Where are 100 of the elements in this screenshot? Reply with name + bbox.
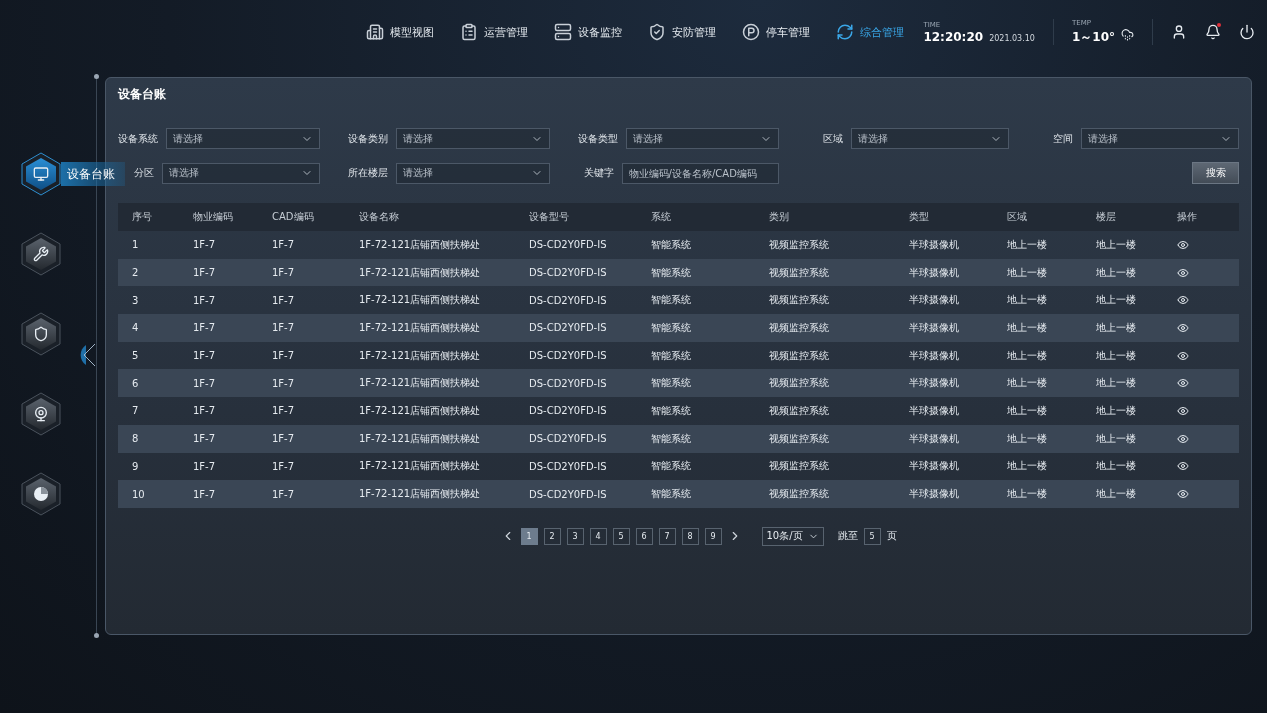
search-button[interactable]: 搜索 [1192, 162, 1239, 184]
table-cell-text: 半球摄像机 [908, 320, 960, 335]
table-cell-text: DS-CD2Y0FD-IS [528, 239, 608, 251]
filter-select[interactable]: 请选择 [851, 128, 1010, 149]
nav-tab[interactable]: 综合管理 [836, 23, 904, 41]
table-cell-text: 视频监控系统 [768, 376, 830, 391]
table-cell-text: 视频监控系统 [768, 237, 830, 252]
collapse-handle[interactable] [80, 342, 96, 368]
page-button[interactable]: 6 [635, 527, 653, 545]
view-icon[interactable] [1177, 349, 1189, 362]
page-button[interactable]: 7 [658, 527, 676, 545]
view-icon[interactable] [1177, 238, 1189, 251]
monitor-icon [19, 152, 63, 196]
table-cell-text: 地上一楼 [1006, 348, 1048, 363]
table-cell-text: 1F-7 [271, 322, 296, 334]
table-cell-text: 智能系统 [650, 320, 692, 335]
table-cell-text: 地上一楼 [1006, 431, 1048, 446]
filter-select[interactable]: 请选择 [166, 128, 320, 149]
page-button[interactable]: 3 [566, 527, 584, 545]
page-button[interactable]: 8 [681, 527, 699, 545]
filter-select[interactable]: 请选择 [395, 162, 550, 184]
view-icon[interactable] [1177, 377, 1189, 390]
table-cell-text: 4 [131, 322, 140, 334]
view-icon[interactable] [1177, 404, 1189, 417]
table-cell-text: 半球摄像机 [908, 431, 960, 446]
table-cell-text: 半球摄像机 [908, 265, 960, 280]
column-header: 类别 [768, 210, 790, 224]
table-cell-text: 1F-7 [192, 377, 217, 389]
table-cell-text: DS-CD2Y0FD-IS [528, 294, 608, 306]
table-cell-text: DS-CD2Y0FD-IS [528, 405, 608, 417]
view-icon[interactable] [1177, 266, 1189, 279]
table-cell-text: 1F-7 [271, 460, 296, 472]
clipboard-icon [460, 23, 478, 41]
table-cell-text: 1 [131, 239, 140, 251]
table-cell-text: 地上一楼 [1095, 265, 1137, 280]
shield-icon [19, 312, 63, 356]
view-icon[interactable] [1177, 488, 1189, 501]
table-cell-text: 1F-7 [192, 267, 217, 279]
nav-tab[interactable]: 停车管理 [742, 23, 810, 41]
nav-tab[interactable]: 运营管理 [460, 23, 528, 41]
building-icon [366, 23, 384, 41]
page-button[interactable]: 2 [543, 527, 561, 545]
table-cell-text: 半球摄像机 [908, 237, 960, 252]
table-cell-text: 地上一楼 [1095, 487, 1137, 502]
page-button[interactable]: 5 [612, 527, 630, 545]
view-icon[interactable] [1177, 432, 1189, 445]
table-cell-text: 地上一楼 [1095, 348, 1137, 363]
table-cell-text: 地上一楼 [1095, 320, 1137, 335]
page-button[interactable]: 4 [589, 527, 607, 545]
filter-label: 设备系统 [118, 131, 158, 146]
page-button[interactable]: 9 [704, 527, 722, 545]
table-cell-text: 地上一楼 [1006, 237, 1048, 252]
table-cell-text: 1F-7 [271, 267, 296, 279]
bell-button[interactable] [1205, 24, 1221, 40]
view-icon[interactable] [1177, 321, 1189, 334]
nav-tab[interactable]: 安防管理 [648, 23, 716, 41]
table-cell-text: 视频监控系统 [768, 403, 830, 418]
table-cell-text: 1F-7 [192, 405, 217, 417]
table-cell-text: 7 [131, 405, 140, 417]
filter-label: 空间 [1052, 131, 1074, 146]
nav-tab[interactable]: 设备监控 [554, 23, 622, 41]
jump-field[interactable]: 5 [863, 527, 881, 545]
power-button[interactable] [1239, 24, 1255, 40]
table-cell-text: 1F-72-121店铺西侧扶梯处 [358, 431, 482, 446]
page-button[interactable]: 1 [520, 527, 538, 545]
table-cell-text: 1F-72-121店铺西侧扶梯处 [358, 348, 482, 363]
table-cell-text: 地上一楼 [1006, 487, 1048, 502]
nav-tab[interactable]: 模型视图 [366, 23, 434, 41]
filter-select[interactable]: 请选择 [625, 128, 780, 149]
table-cell-text: 6 [131, 377, 140, 389]
table-cell-text: 1F-7 [271, 405, 296, 417]
table-cell-text: DS-CD2Y0FD-IS [528, 488, 608, 500]
filter-select[interactable]: 请选择 [395, 128, 550, 149]
table-cell-text: 1F-7 [192, 239, 217, 251]
view-icon[interactable] [1177, 460, 1189, 473]
user-button[interactable] [1171, 24, 1187, 40]
table-cell-text: 地上一楼 [1095, 237, 1137, 252]
date-text: 2021.03.10 [989, 33, 1035, 43]
table-cell-text: 1F-7 [271, 377, 296, 389]
table-cell-text: DS-CD2Y0FD-IS [528, 460, 608, 472]
table-cell-text: 地上一楼 [1006, 403, 1048, 418]
parking-icon [742, 23, 760, 41]
view-icon[interactable] [1177, 294, 1189, 307]
pie-chart-icon [19, 472, 63, 516]
table-cell-text: 地上一楼 [1095, 376, 1137, 391]
table-cell-text: 半球摄像机 [908, 403, 960, 418]
table-cell-text: 1F-72-121店铺西侧扶梯处 [358, 487, 482, 502]
filter-label: 分区 [133, 166, 154, 180]
table-cell-text: 8 [131, 433, 140, 445]
table-cell-text: 1F-72-121店铺西侧扶梯处 [358, 376, 482, 391]
table-cell-text: 1F-72-121店铺西侧扶梯处 [358, 459, 482, 474]
keyword-field[interactable]: 物业编码/设备名称/CAD编码 [621, 162, 780, 184]
filter-select[interactable]: 请选择 [162, 162, 320, 184]
table-cell-text: 半球摄像机 [908, 487, 960, 502]
page-size-select[interactable]: 10条/页 [761, 526, 824, 546]
filter-select[interactable]: 请选择 [1081, 128, 1239, 149]
table-cell-text: 1F-7 [192, 433, 217, 445]
table-cell-text: 半球摄像机 [908, 293, 960, 308]
column-header: 区域 [1006, 210, 1028, 224]
table-cell-text: DS-CD2Y0FD-IS [528, 377, 608, 389]
